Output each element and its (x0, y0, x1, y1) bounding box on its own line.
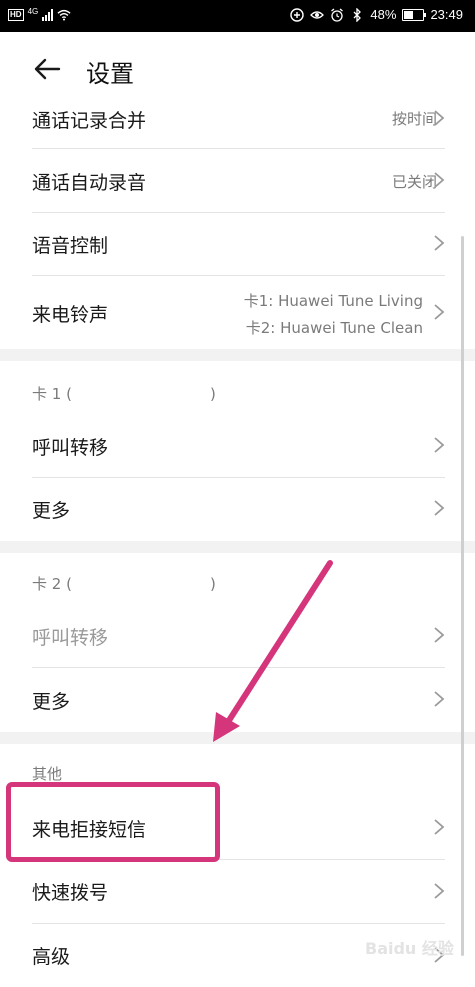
section-gap (0, 732, 475, 744)
data-saver-icon (290, 7, 305, 22)
row-sim1-call-forwarding[interactable]: 呼叫转移 (0, 414, 475, 477)
auto-record-label: 通话自动录音 (32, 172, 147, 194)
row-sim1-more[interactable]: 更多 (0, 478, 475, 540)
row-call-log-merge[interactable]: 通话记录合并 按时间 (0, 98, 475, 148)
network-type: 4G (27, 6, 39, 16)
ringtone-label: 来电铃声 (32, 304, 109, 326)
clock: 23:49 (430, 7, 463, 22)
row-auto-record[interactable]: 通话自动录音 已关闭 (0, 149, 475, 212)
battery-percent: 48% (370, 7, 397, 22)
chevron-right-icon (434, 110, 445, 126)
chevron-right-icon (434, 819, 445, 835)
highlight-box (6, 782, 220, 862)
call-log-merge-value: 按时间 (391, 110, 437, 128)
bluetooth-icon (353, 7, 362, 22)
voice-control-label: 语音控制 (32, 235, 109, 257)
chevron-right-icon (434, 627, 445, 643)
sim2-call-forwarding-label: 呼叫转移 (32, 627, 109, 649)
chevron-right-icon (434, 235, 445, 251)
speed-dial-label: 快速拨号 (32, 882, 109, 904)
watermark: Baidu 经验 (365, 939, 454, 958)
page-title: 设置 (86, 60, 134, 88)
scrollbar[interactable] (461, 236, 464, 956)
battery-icon (402, 8, 427, 21)
row-voice-control[interactable]: 语音控制 (0, 213, 475, 275)
row-sim2-call-forwarding[interactable]: 呼叫转移 (0, 605, 475, 667)
row-ringtone[interactable]: 来电铃声 卡1: Huawei Tune Living 卡2: Huawei T… (0, 276, 475, 348)
signal-icon (42, 9, 54, 21)
row-sim2-more[interactable]: 更多 (0, 668, 475, 731)
other-header: 其他 (32, 765, 63, 783)
back-arrow-icon[interactable] (32, 54, 62, 84)
ringtone-sim2: 卡2: Huawei Tune Clean (245, 319, 423, 337)
sim2-header-end: ) (209, 575, 216, 593)
ringtone-sim1: 卡1: Huawei Tune Living (243, 292, 423, 310)
hd-badge: HD (8, 9, 24, 21)
eye-icon (310, 10, 325, 19)
auto-record-value: 已关闭 (391, 173, 437, 191)
sim2-header: 卡 2 () (32, 573, 216, 594)
sim1-more-label: 更多 (32, 500, 71, 522)
row-speed-dial[interactable]: 快速拨号 (0, 860, 475, 923)
section-gap (0, 349, 475, 361)
sim1-call-forwarding-label: 呼叫转移 (32, 437, 109, 459)
call-log-merge-label: 通话记录合并 (32, 110, 147, 132)
chevron-right-icon (434, 437, 445, 453)
sim2-header-text: 卡 2 ( (32, 575, 72, 593)
advanced-label: 高级 (32, 946, 71, 968)
chevron-right-icon (434, 883, 445, 899)
alarm-icon (331, 7, 344, 22)
app-header: 设置 (0, 32, 475, 102)
status-bar: HD 4G 48% 23:49 (0, 0, 475, 32)
chevron-right-icon (434, 691, 445, 707)
sim1-header-end: ) (209, 385, 216, 403)
section-gap (0, 541, 475, 553)
sim1-header-text: 卡 1 ( (32, 385, 72, 403)
chevron-right-icon (434, 500, 445, 516)
chevron-right-icon (434, 304, 445, 320)
wifi-icon (57, 9, 71, 21)
sim2-more-label: 更多 (32, 691, 71, 713)
sim1-header: 卡 1 () (32, 383, 216, 404)
chevron-right-icon (434, 172, 445, 188)
